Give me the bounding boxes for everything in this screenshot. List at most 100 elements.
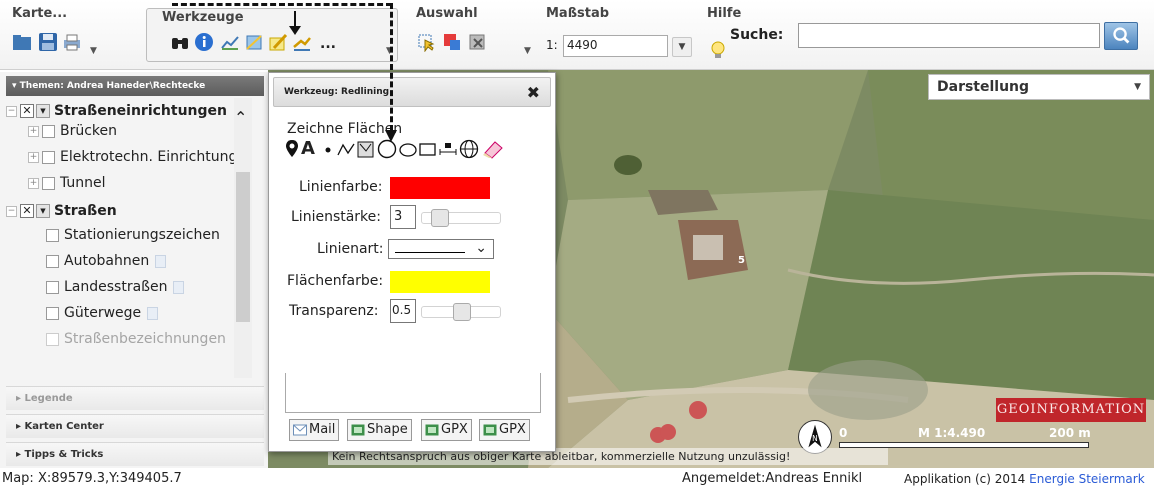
app-credit: Applikation (c) 2014 Energie Steiermark (904, 472, 1145, 486)
tree-item-bruecken[interactable]: + Brücken (28, 120, 117, 142)
auswahl-menu[interactable]: Auswahl (416, 6, 478, 21)
auswahl-dropdown-icon[interactable]: ▼ (524, 46, 531, 56)
line-color-swatch[interactable] (390, 177, 490, 199)
massstab-label: Maßstab (546, 6, 610, 21)
mail-button[interactable]: Mail (289, 419, 340, 441)
tree-label: Stationierungszeichen (64, 227, 220, 243)
layer-checkbox[interactable] (46, 254, 59, 268)
dialog-notes-area[interactable] (285, 373, 541, 413)
line-width-input[interactable]: 3 (390, 205, 416, 229)
line-style-label: Linienart: (317, 241, 384, 257)
accordion-karten-center[interactable]: ▸ Karten Center (6, 414, 264, 438)
line-width-slider-handle[interactable] (431, 209, 449, 227)
transparency-input[interactable]: 0.5 (390, 299, 416, 323)
darstellung-label: Darstellung (937, 79, 1030, 95)
legend-doc-icon[interactable] (147, 306, 159, 320)
search-button[interactable] (1104, 22, 1138, 50)
tree-group-strassen[interactable]: − ✕ ▼ Straßen (6, 200, 117, 222)
map-marker-5[interactable]: 5 (738, 255, 745, 266)
redlining-icon[interactable] (268, 32, 288, 52)
measure-area-icon[interactable] (244, 32, 264, 52)
measure-tool-icon[interactable] (439, 139, 457, 159)
tree-item-strassenbezeichnungen[interactable]: Straßenbezeichnungen (46, 328, 226, 350)
darstellung-dropdown[interactable]: Darstellung ▼ (928, 74, 1150, 100)
layer-tree: − ✕ ▼ Straßeneinrichtungen + Brücken + Elektr… (6, 98, 234, 378)
tree-item-stationierungszeichen[interactable]: Stationierungszeichen (46, 224, 220, 246)
layer-checkbox[interactable] (46, 228, 59, 242)
left-panel: ▾ Themen: Andrea Haneder\Rechtecke − ✕ ▼ St… (0, 72, 268, 468)
more-tools-button[interactable]: ... (320, 36, 336, 52)
tree-item-autobahnen[interactable]: Autobahnen (46, 250, 167, 272)
tree-scroll-thumb[interactable] (236, 172, 250, 322)
collapse-icon[interactable]: − (6, 105, 17, 117)
map-coordinates: Map: X:89579.3,Y:349405.7 (2, 471, 182, 486)
group-menu-icon[interactable]: ▼ (36, 204, 50, 218)
scale-ratio: M 1:4.490 (918, 426, 986, 440)
shape-export-button[interactable]: Shape (347, 419, 412, 441)
clear-selection-icon[interactable] (468, 32, 488, 52)
scroll-up-icon[interactable]: ⌃ (234, 108, 247, 127)
layer-checkbox[interactable] (42, 176, 55, 190)
energie-steiermark-link[interactable]: Energie Steiermark (1029, 472, 1145, 486)
line-style-select[interactable]: ⌄ (388, 239, 494, 259)
line-color-label: Linienfarbe: (299, 179, 383, 195)
info-icon[interactable] (194, 32, 214, 52)
tree-item-tunnel[interactable]: + Tunnel (28, 172, 106, 194)
polyline-tool-icon[interactable] (337, 139, 355, 159)
tree-label: Straßenbezeichnungen (64, 331, 226, 347)
gpx-export-button-2[interactable]: GPX (479, 419, 530, 441)
layer-checkbox[interactable] (46, 306, 59, 320)
karte-menu[interactable]: Karte... (12, 6, 67, 21)
transparency-slider-handle[interactable] (453, 303, 471, 321)
layer-checkbox[interactable] (42, 124, 55, 138)
globe-icon[interactable] (459, 139, 479, 159)
group-checkbox[interactable]: ✕ (20, 204, 34, 218)
layer-checkbox[interactable] (46, 332, 59, 346)
expand-icon[interactable]: + (28, 177, 39, 189)
layer-checkbox[interactable] (42, 150, 55, 164)
polygon-tool-icon[interactable] (357, 139, 375, 159)
expand-icon[interactable]: + (28, 125, 39, 137)
tree-item-elektrotechn[interactable]: + Elektrotechn. Einrichtungen (28, 146, 234, 168)
tree-item-landesstrassen[interactable]: Landesstraßen (46, 276, 185, 298)
eraser-icon[interactable] (481, 139, 503, 159)
tree-item-gueterwege[interactable]: Güterwege (46, 302, 159, 324)
point-marker-icon[interactable] (285, 139, 299, 159)
accordion-legende[interactable]: ▸ Legende (6, 386, 264, 410)
legend-doc-icon[interactable] (155, 254, 167, 268)
folder-open-icon[interactable] (12, 32, 32, 52)
group-checkbox[interactable]: ✕ (20, 104, 34, 118)
lightbulb-icon[interactable] (708, 40, 728, 60)
tree-label: Straßeneinrichtungen (54, 103, 227, 119)
dot-tool-icon[interactable] (323, 139, 333, 159)
xy-coordinate-icon[interactable] (220, 32, 240, 52)
dialog-header[interactable]: Werkzeug: Redlining ✖ (273, 77, 551, 107)
tree-group-strasseneinrichtungen[interactable]: − ✕ ▼ Straßeneinrichtungen (6, 100, 227, 122)
text-tool-icon[interactable]: A (301, 139, 315, 159)
rectangle-tool-icon[interactable] (419, 139, 437, 159)
gpx-export-label: GPX (499, 422, 526, 437)
legend-doc-icon[interactable] (173, 280, 185, 294)
close-icon[interactable]: ✖ (527, 83, 540, 102)
search-input[interactable] (798, 23, 1100, 48)
binoculars-icon[interactable] (170, 32, 190, 52)
themen-header[interactable]: ▾ Themen: Andrea Haneder\Rechtecke (6, 76, 264, 96)
select-table-icon[interactable] (442, 32, 462, 52)
scale-input[interactable]: 4490 (563, 35, 668, 57)
scale-dropdown-button[interactable]: ▼ (672, 37, 692, 57)
werkzeuge-menu[interactable]: Werkzeuge (162, 10, 244, 25)
layer-checkbox[interactable] (46, 280, 59, 294)
hilfe-menu[interactable]: Hilfe (707, 6, 741, 21)
group-menu-icon[interactable]: ▼ (36, 104, 50, 118)
accordion-tipps[interactable]: ▸ Tipps & Tricks (6, 442, 264, 466)
select-pointer-icon[interactable] (416, 32, 436, 52)
save-icon[interactable] (38, 32, 58, 52)
expand-icon[interactable]: + (28, 151, 39, 163)
fill-color-swatch[interactable] (390, 271, 490, 293)
search-label: Suche: (730, 27, 784, 43)
gpx-export-button[interactable]: GPX (421, 419, 472, 441)
karte-dropdown-icon[interactable]: ▼ (90, 46, 97, 56)
print-icon[interactable] (62, 32, 82, 52)
collapse-icon[interactable]: − (6, 205, 17, 217)
ellipse-tool-icon[interactable] (399, 139, 417, 159)
